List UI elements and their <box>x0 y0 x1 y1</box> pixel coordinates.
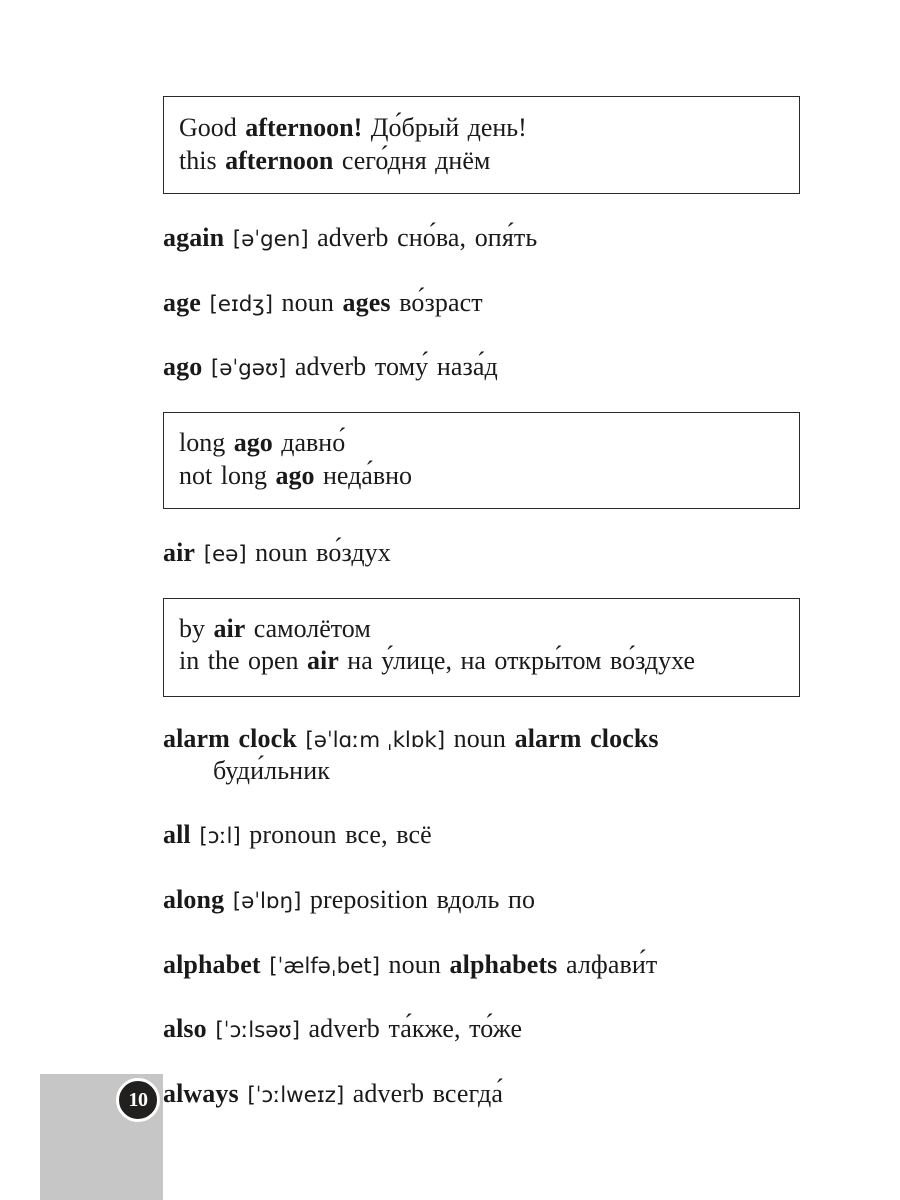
entry-part-of-speech: pronoun <box>249 820 337 850</box>
entry-translation: во́здух <box>316 538 391 568</box>
entry-translation: во́зраст <box>399 287 483 317</box>
entry-transcription: [əˈlɒŋ] <box>232 889 302 915</box>
phrase-line: not long ago неда́вно <box>179 460 799 493</box>
entry-translation: алфави́т <box>565 949 658 979</box>
entry-part-of-speech: noun <box>388 949 441 979</box>
phrase-line: long ago давно́ <box>179 427 799 460</box>
phrase-translation: на у́лице, на откры́том во́здухе <box>338 646 696 676</box>
entry-transcription: [ɔːl] <box>199 824 241 850</box>
entry-headword: ago <box>163 352 203 382</box>
entry-headword: all <box>163 820 191 850</box>
phrase-box-afternoon: Good afternoon! До́брый день! this aftern… <box>163 96 800 194</box>
entry-translation: все, всё <box>345 820 432 850</box>
entry-transcription: [ˈɔːlweɪz] <box>247 1083 345 1109</box>
entry-headword: along <box>163 885 225 915</box>
entry-transcription: [əˈgen] <box>232 227 309 252</box>
dictionary-page: Good afternoon! До́брый день! this aftern… <box>0 0 900 1200</box>
entry-translation: та́кже, то́же <box>388 1014 523 1044</box>
entry-again: again [əˈgen] adverb сно́ва, опя́ть <box>163 222 800 254</box>
entry-part-of-speech: adverb <box>308 1014 380 1044</box>
phrase-text: long <box>179 428 234 458</box>
phrase-translation: До́брый день! <box>362 113 527 142</box>
page-number-badge: 10 <box>116 1078 160 1122</box>
entry-part-of-speech: adverb <box>294 352 367 382</box>
phrase-line: in the open air на у́лице, на откры́том … <box>179 645 799 678</box>
page-number-label: 10 <box>128 1089 149 1111</box>
entry-part-of-speech: noun <box>281 287 334 317</box>
entry-alarm-clock: alarm clock [əˈlɑːm ˌklɒk] noun alarm cl… <box>163 723 800 786</box>
phrase-translation: неда́вно <box>314 460 413 490</box>
entry-alphabet: alphabet [ˈælfəˌbet] noun alphabets алфа… <box>163 949 800 981</box>
entry-transcription: [ˈælfəˌbet] <box>269 953 380 979</box>
phrase-text: Good <box>179 113 246 142</box>
entry-transcription: [ˈɔːlsəʊ] <box>215 1018 300 1044</box>
phrase-translation: сего́дня днём <box>333 145 491 175</box>
phrase-text: in the open <box>179 646 308 676</box>
entry-headword: alphabet <box>163 949 261 979</box>
phrase-keyword: afternoon! <box>245 113 363 142</box>
entry-headword: air <box>163 538 196 568</box>
entry-transcription: [eə] <box>203 542 247 568</box>
entry-along: along [əˈlɒŋ] preposition вдоль по <box>163 884 800 916</box>
entry-part-of-speech: preposition <box>309 885 428 915</box>
entry-headword: again <box>163 223 225 252</box>
entry-part-of-speech: noun <box>255 538 308 568</box>
phrase-keyword: afternoon <box>225 145 334 175</box>
phrase-box-air: by air самолётом in the open air на у́лиц… <box>163 597 800 697</box>
entry-plural-form: alarm clocks <box>514 723 659 753</box>
entry-part-of-speech: adverb <box>352 1079 425 1109</box>
entry-all: all [ɔːl] pronoun все, всё <box>163 819 800 851</box>
entry-list: Good afternoon! До́брый день! this aftern… <box>163 96 800 1110</box>
entry-transcription: [eɪdʒ] <box>209 291 273 317</box>
phrase-keyword: ago <box>233 428 273 458</box>
phrase-translation: самолётом <box>245 613 371 643</box>
entry-also: also [ˈɔːlsəʊ] adverb та́кже, то́же <box>163 1013 800 1045</box>
phrase-box-ago: long ago давно́ not long ago неда́вно <box>163 412 800 510</box>
entry-headword: also <box>163 1014 207 1044</box>
phrase-line: this afternoon сего́дня днём <box>179 145 799 178</box>
entry-ago: ago [əˈgəʊ] adverb тому́ наза́д <box>163 351 800 383</box>
entry-air: air [eə] noun во́здух <box>163 537 800 569</box>
entry-translation: тому́ наза́д <box>374 352 498 382</box>
phrase-line: Good afternoon! До́брый день! <box>179 112 799 145</box>
phrase-translation: давно́ <box>272 428 346 458</box>
entry-transcription: [əˈlɑːm ˌklɒk] <box>305 727 445 753</box>
entry-part-of-speech: adverb <box>317 223 389 252</box>
entry-headword: always <box>163 1079 239 1109</box>
entry-headword: alarm clock <box>163 723 297 753</box>
entry-plural-form: alphabets <box>449 949 558 979</box>
entry-always: always [ˈɔːlweɪz] adverb всегда́ <box>163 1078 800 1110</box>
entry-plural-form: ages <box>342 287 391 317</box>
phrase-text: by <box>179 613 214 643</box>
phrase-keyword: air <box>213 613 246 643</box>
entry-translation: сно́ва, опя́ть <box>397 223 538 252</box>
phrase-keyword: air <box>307 646 339 676</box>
entry-translation: всегда́ <box>432 1079 503 1109</box>
entry-part-of-speech: noun <box>453 723 507 753</box>
entry-headword: age <box>163 287 201 317</box>
entry-translation: вдоль по <box>436 885 536 915</box>
phrase-text: this <box>179 145 226 175</box>
entry-transcription: [əˈgəʊ] <box>210 356 287 382</box>
phrase-line: by air самолётом <box>179 613 799 646</box>
phrase-keyword: ago <box>275 460 315 490</box>
entry-age: age [eɪdʒ] noun ages во́зраст <box>163 287 800 319</box>
entry-translation: буди́льник <box>213 755 330 785</box>
phrase-text: not long <box>179 460 276 490</box>
